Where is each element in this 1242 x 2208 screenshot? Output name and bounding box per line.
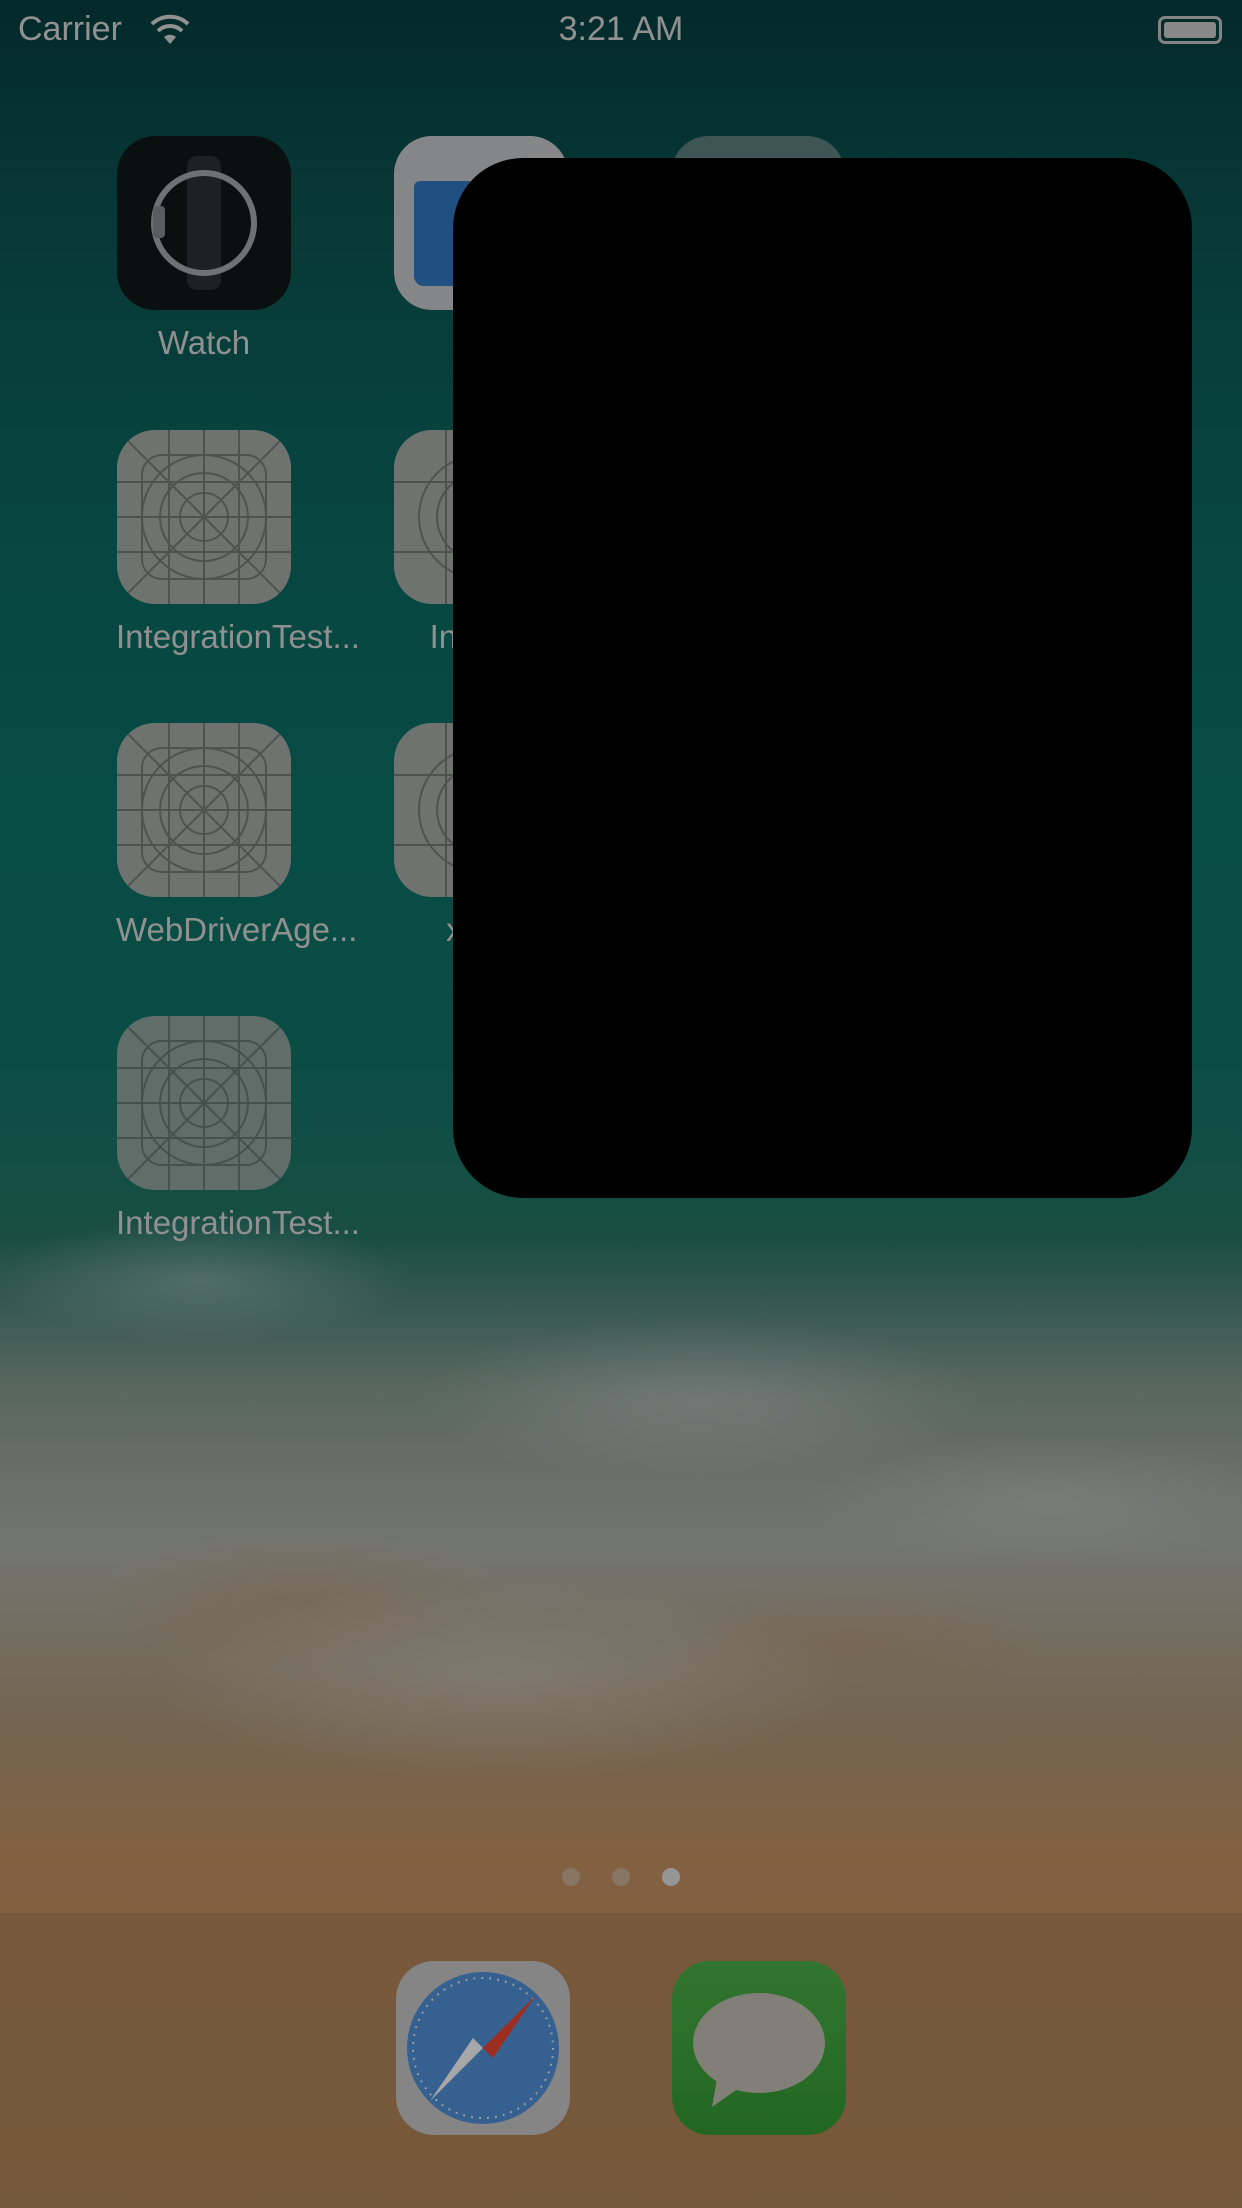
- home-screen: Carrier 3:21 AM Watch F: [0, 0, 1242, 2208]
- app-switcher-card[interactable]: [453, 158, 1192, 1198]
